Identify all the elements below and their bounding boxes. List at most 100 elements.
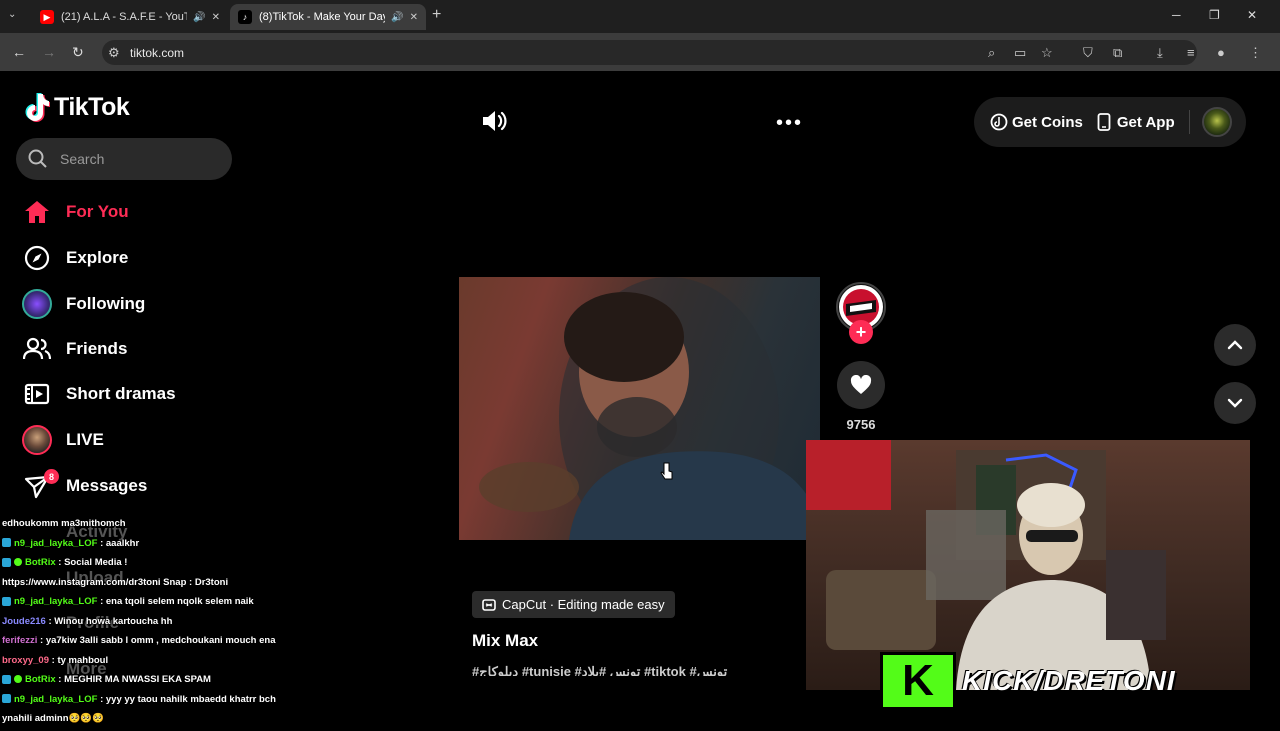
tab-title: (21) A.L.A - S.A.F.E - YouTub <box>61 11 187 23</box>
browser-menu-icon[interactable]: ⋮ <box>1249 45 1262 61</box>
chat-message: n9_jad_layka_LOF : aaalkhr <box>2 536 302 556</box>
tiktok-logo[interactable]: TikTok <box>24 92 130 122</box>
zoom-icon[interactable]: ⌕ <box>988 45 995 61</box>
sidebar-item-label: Messages <box>66 476 148 495</box>
kick-label: KICK/DRETONI <box>962 665 1176 696</box>
next-video-button[interactable] <box>1214 382 1256 424</box>
chevron-up-icon <box>1227 340 1243 350</box>
compass-icon <box>22 243 52 273</box>
bookmark-star-icon[interactable]: ☆ <box>1041 45 1053 61</box>
download-icon[interactable]: ⤓ <box>1157 45 1163 61</box>
close-window-button[interactable]: ✕ <box>1247 8 1257 22</box>
stream-chat-overlay: edhoukomm ma3mithomch n9_jad_layka_LOF : … <box>2 516 302 731</box>
sidebar-item-label: Friends <box>66 339 128 358</box>
video-hashtags[interactable]: #دبلوكاج #tunisie #تونس #بلاد #tiktok #ت… <box>472 664 790 676</box>
forward-button[interactable]: → <box>42 44 56 60</box>
close-tab-icon[interactable]: ✕ <box>212 12 220 23</box>
get-app-button[interactable]: Get App <box>1097 113 1175 131</box>
chat-platform-icon <box>2 694 11 704</box>
chat-text: : Winou howa kartoucha hh <box>45 615 173 627</box>
chat-message: n9_jad_layka_LOF : ena tqoli selem nqolk… <box>2 594 302 614</box>
sidebar-item-short-dramas[interactable]: Short dramas <box>22 374 242 414</box>
verified-icon <box>14 675 22 684</box>
more-options-icon[interactable]: ••• <box>776 112 803 135</box>
sidebar-item-following[interactable]: Following <box>22 284 242 324</box>
verified-icon <box>14 558 22 567</box>
maximize-button[interactable]: ❐ <box>1209 8 1220 22</box>
shield-extension-icon[interactable]: ⛉ <box>1083 45 1093 61</box>
logo-text: TikTok <box>54 92 130 121</box>
get-coins-button[interactable]: Get Coins <box>990 113 1083 131</box>
live-avatar-icon <box>22 425 52 455</box>
film-icon <box>22 379 52 409</box>
phone-icon <box>1097 113 1111 131</box>
tab-title: (8)TikTok - Make Your Day <box>259 11 386 23</box>
sidebar-item-label: For You <box>66 202 129 221</box>
chat-message: ynahili adminn🥺🥺🥺 <box>2 711 302 731</box>
cast-icon[interactable]: ▭ <box>1014 45 1026 61</box>
chat-message: broxyy_09 : ty mahboul <box>2 653 302 673</box>
previous-video-button[interactable] <box>1214 324 1256 366</box>
kick-logo-icon: K <box>880 652 956 710</box>
youtube-favicon-icon: ▶ <box>40 10 54 24</box>
new-tab-button[interactable]: + <box>432 6 441 24</box>
chat-username: ferifezzi <box>2 635 38 646</box>
sidebar-item-label: Explore <box>66 248 129 267</box>
sidebar-item-explore[interactable]: Explore <box>22 238 242 278</box>
search-bar[interactable] <box>16 138 232 180</box>
address-bar[interactable] <box>102 40 1197 65</box>
capcut-effect-tag[interactable]: CapCut · Editing made easy <box>472 591 675 618</box>
top-right-bar: Get Coins Get App <box>974 97 1246 147</box>
back-button[interactable]: ← <box>12 44 26 60</box>
sidebar-item-label: Following <box>66 294 146 313</box>
chat-message: n9_jad_layka_LOF : yyy yy taou nahilk mb… <box>2 692 302 712</box>
chat-platform-icon <box>2 557 11 567</box>
chat-text: : ena tqoli selem nqolk selem naik <box>97 596 254 607</box>
sidebar-item-label: LIVE <box>66 430 104 449</box>
sidebar-item-friends[interactable]: Friends <box>22 329 242 369</box>
like-count: 9756 <box>846 417 876 432</box>
search-input[interactable] <box>58 150 218 168</box>
follow-plus-button[interactable]: + <box>849 320 873 344</box>
minimize-button[interactable]: ─ <box>1172 8 1181 22</box>
chat-text: : aaalkhr <box>97 537 140 549</box>
tab-youtube[interactable]: ▶ (21) A.L.A - S.A.F.E - YouTub 🔊 ✕ <box>32 4 228 30</box>
chat-username: BotRix <box>25 674 56 685</box>
speaker-icon: 🔊 <box>391 11 404 23</box>
sidebar-item-messages[interactable]: 8 Messages <box>22 466 242 506</box>
site-info-icon[interactable]: ⚙ <box>108 45 120 61</box>
mouse-cursor-icon <box>660 462 673 480</box>
chat-platform-icon <box>2 674 11 684</box>
close-tab-icon[interactable]: ✕ <box>410 12 418 23</box>
heart-icon <box>850 375 872 394</box>
chevron-down-icon <box>1227 398 1243 408</box>
home-icon <box>22 197 52 227</box>
tab-search-chevron-icon[interactable]: ⌄ <box>8 9 16 20</box>
reload-button[interactable]: ↻ <box>72 44 84 61</box>
media-control-icon[interactable]: ≡ <box>1187 45 1195 60</box>
chat-text: : MEGHIR MA NWASSI EKA SPAM <box>55 674 211 685</box>
url-text: tiktok.com <box>130 46 185 60</box>
like-button[interactable] <box>837 361 885 409</box>
sidebar-item-label: Short dramas <box>66 384 176 403</box>
video-title[interactable]: Mix Max <box>472 631 538 651</box>
chat-message: BotRix : Social Media ! <box>2 555 302 575</box>
user-avatar[interactable] <box>1201 107 1232 137</box>
chat-text: : ya7kiw 3alli sabb l omm , medchoukani … <box>37 635 276 646</box>
tiktok-note-icon <box>25 93 50 122</box>
chat-username: n9_jad_layka_LOF <box>14 596 98 607</box>
chat-username: Joude216 <box>2 615 46 627</box>
chat-text: ynahili adminn🥺🥺🥺 <box>2 713 104 724</box>
sidebar-item-live[interactable]: LIVE <box>22 420 242 460</box>
tab-tiktok[interactable]: ♪ (8)TikTok - Make Your Day 🔊 ✕ <box>230 4 426 30</box>
chat-message: Joude216 : Winou howa kartoucha hh <box>2 614 302 634</box>
profile-icon[interactable]: ● <box>1217 45 1225 60</box>
following-avatar-icon <box>22 289 52 319</box>
browser-tab-strip: ⌄ ▶ (21) A.L.A - S.A.F.E - YouTub 🔊 ✕ ♪ … <box>0 0 1280 33</box>
sidebar-item-for-you[interactable]: For You <box>22 192 242 232</box>
video-player[interactable] <box>459 277 820 540</box>
volume-icon[interactable] <box>480 108 508 139</box>
video-frame <box>479 277 820 540</box>
friends-icon <box>22 334 52 364</box>
extensions-puzzle-icon[interactable]: ⧉ <box>1113 45 1122 61</box>
